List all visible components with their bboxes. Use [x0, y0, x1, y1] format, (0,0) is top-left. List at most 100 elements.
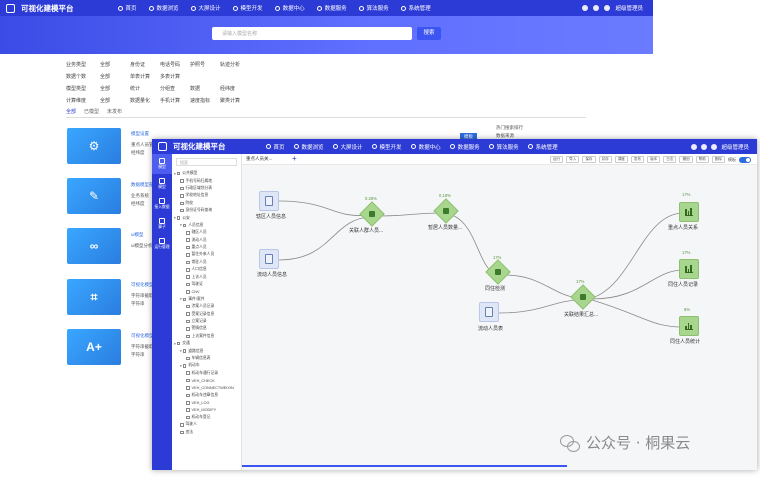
filter-option[interactable]: 统计 [130, 85, 160, 92]
chevron-down-icon[interactable]: ▾ [180, 349, 182, 353]
tree-node[interactable]: 行政区域划分表 [172, 185, 241, 192]
add-tab-icon[interactable]: + [292, 154, 297, 163]
filter-option[interactable]: 聚类计算 [220, 97, 250, 104]
tab-modeled[interactable]: 已模型 [84, 108, 99, 115]
output-node[interactable] [679, 202, 699, 222]
tree-node[interactable]: VEH_MODIFY [172, 407, 241, 414]
chevron-down-icon[interactable]: ▾ [180, 297, 182, 301]
tree-node[interactable]: ▾ 道路信息 [172, 347, 241, 354]
flow-canvas[interactable]: 辖区人员信息 流动人员信息 流动人员表 0.25% 关联人群人员... 0.18… [242, 165, 757, 470]
tree-node[interactable]: 受案记录信息 [172, 310, 241, 317]
horizontal-scrollbar[interactable] [242, 465, 567, 467]
source-node[interactable] [259, 249, 279, 269]
chevron-down-icon[interactable]: ▾ [174, 216, 176, 220]
fg-username[interactable]: 超级管理员 [721, 143, 749, 151]
card-title[interactable]: 可视化模型 [131, 282, 154, 288]
bg-nav-data-service[interactable]: 数据服务 [316, 4, 347, 12]
tree-node[interactable]: 暂住外来人员 [172, 251, 241, 258]
avatar[interactable] [711, 144, 718, 150]
card-title[interactable]: 可视化模型 [131, 333, 154, 339]
help-icon[interactable] [701, 144, 708, 150]
chevron-down-icon[interactable]: ▾ [174, 342, 176, 346]
tree-node[interactable]: ▾ 人员信息 [172, 222, 241, 229]
card-thumbnail[interactable]: ⌗ [67, 279, 121, 315]
bg-nav-model-dev[interactable]: 模型开发 [232, 4, 263, 12]
filter-option[interactable]: 速度指标 [190, 97, 220, 104]
tree-node[interactable]: 驾驶证 [172, 281, 241, 288]
tree-node[interactable]: 学校地址信息 [172, 192, 241, 199]
bg-username[interactable]: 超级管理员 [615, 4, 643, 12]
source-node[interactable] [479, 302, 499, 322]
tree-node[interactable]: 上访案件信息 [172, 333, 241, 340]
toolbar-delete-button[interactable]: 删除 [711, 156, 725, 163]
tree-node[interactable]: 立案记录 [172, 318, 241, 325]
toolbar-publish-button[interactable]: 发布 [630, 156, 645, 163]
bg-nav-screen-design[interactable]: 大屏设计 [190, 4, 221, 12]
tab-all[interactable]: 全部 [66, 108, 76, 115]
tree-node[interactable]: ▾ 事件/案件 [172, 296, 241, 303]
fg-nav-data-browse[interactable]: 数据浏览 [293, 143, 324, 151]
bg-nav-data-browse[interactable]: 数据浏览 [148, 4, 179, 12]
tree-node[interactable]: 流动人员 [172, 237, 241, 244]
filter-option[interactable]: 手机计算 [160, 97, 190, 104]
sidebar-item-template[interactable]: 模型 [152, 174, 172, 194]
card-thumbnail[interactable]: ∞ [67, 228, 121, 264]
bg-search-input[interactable]: 请输入模型名称 [212, 27, 412, 40]
tree-node[interactable]: 辖区人员 [172, 229, 241, 236]
tree-node[interactable]: 人口信息 [172, 266, 241, 273]
filter-option[interactable]: 全部 [100, 61, 130, 68]
tree-node[interactable]: ▾ 机动车 [172, 362, 241, 369]
tab-unpublished[interactable]: 未发布 [107, 108, 122, 115]
card-title[interactable]: 模型设置 [131, 131, 149, 137]
filter-option[interactable]: 全部 [100, 85, 130, 92]
bg-nav-data-center[interactable]: 数据中心 [274, 4, 305, 12]
tree-node[interactable]: 院校 [172, 200, 241, 207]
toolbar-run-button[interactable]: 运行 [549, 156, 564, 163]
tree-node[interactable]: 重点人员 [172, 244, 241, 251]
filter-option[interactable]: 轨迹分析 [220, 61, 250, 68]
tree-node[interactable]: 机动车通行记录 [172, 370, 241, 377]
toolbar-version-button[interactable]: 版本 [647, 156, 661, 163]
sidebar-item-import[interactable]: 接入数据 [152, 194, 172, 214]
filter-option[interactable]: 身份证 [130, 61, 160, 68]
bg-nav-system[interactable]: 系统管理 [400, 4, 431, 12]
toolbar-save-button[interactable]: 保存 [582, 156, 596, 163]
fg-nav-model-dev[interactable]: 模型开发 [371, 143, 402, 151]
tree-node[interactable]: 违法 [172, 429, 241, 436]
filter-option[interactable]: 全部 [100, 97, 130, 104]
template-toggle[interactable] [739, 156, 751, 163]
output-node[interactable] [679, 316, 699, 336]
fg-nav-algo-service[interactable]: 算法服务 [488, 143, 519, 151]
toolbar-help-button[interactable]: 帮助 [695, 156, 709, 163]
filter-option[interactable]: 经纬度 [220, 85, 250, 92]
tree-node[interactable]: 警情信息 [172, 325, 241, 332]
tree-node[interactable]: VEH_CHECK [172, 377, 241, 384]
filter-option[interactable]: 分组查 [160, 85, 190, 92]
bg-nav-algo-service[interactable]: 算法服务 [358, 4, 389, 12]
hot-search-label[interactable]: 热门搜索排行 [496, 124, 523, 132]
toolbar-saveas-button[interactable]: 另存 [598, 156, 612, 163]
filter-option[interactable]: 数据量化 [130, 97, 160, 104]
tree-node[interactable]: ▾ 公共模型 [172, 170, 241, 177]
sidebar-item-model[interactable]: 模型 [152, 154, 172, 174]
card-thumbnail[interactable]: ✎ [67, 178, 121, 214]
tree-node[interactable]: 机动车违章信息 [172, 392, 241, 399]
bg-search-button[interactable]: 搜索 [417, 27, 441, 40]
chevron-down-icon[interactable]: ▾ [180, 223, 182, 227]
filter-option[interactable]: 全部 [100, 73, 130, 80]
toolbar-schedule-button[interactable]: 调度 [614, 156, 628, 163]
fg-logo[interactable]: 可视化建模平台 [158, 141, 226, 152]
toolbar-import-button[interactable]: 导入 [566, 156, 580, 163]
fg-nav-screen-design[interactable]: 大屏设计 [332, 143, 363, 151]
filter-option[interactable]: 数据 [190, 85, 220, 92]
bell-icon[interactable] [582, 5, 589, 11]
chevron-down-icon[interactable]: ▾ [174, 172, 176, 176]
source-node[interactable] [259, 191, 279, 211]
tree-node[interactable]: 常驻人员 [172, 259, 241, 266]
canvas-tab[interactable]: 重点人员关... [246, 156, 272, 162]
tree-node[interactable]: 驾驶人 [172, 421, 241, 428]
tree-node[interactable]: ▾ 公安 [172, 214, 241, 221]
card-thumbnail[interactable]: A+ [67, 329, 121, 365]
output-node[interactable] [679, 259, 699, 279]
tree-node[interactable]: VEH_LOG [172, 399, 241, 406]
